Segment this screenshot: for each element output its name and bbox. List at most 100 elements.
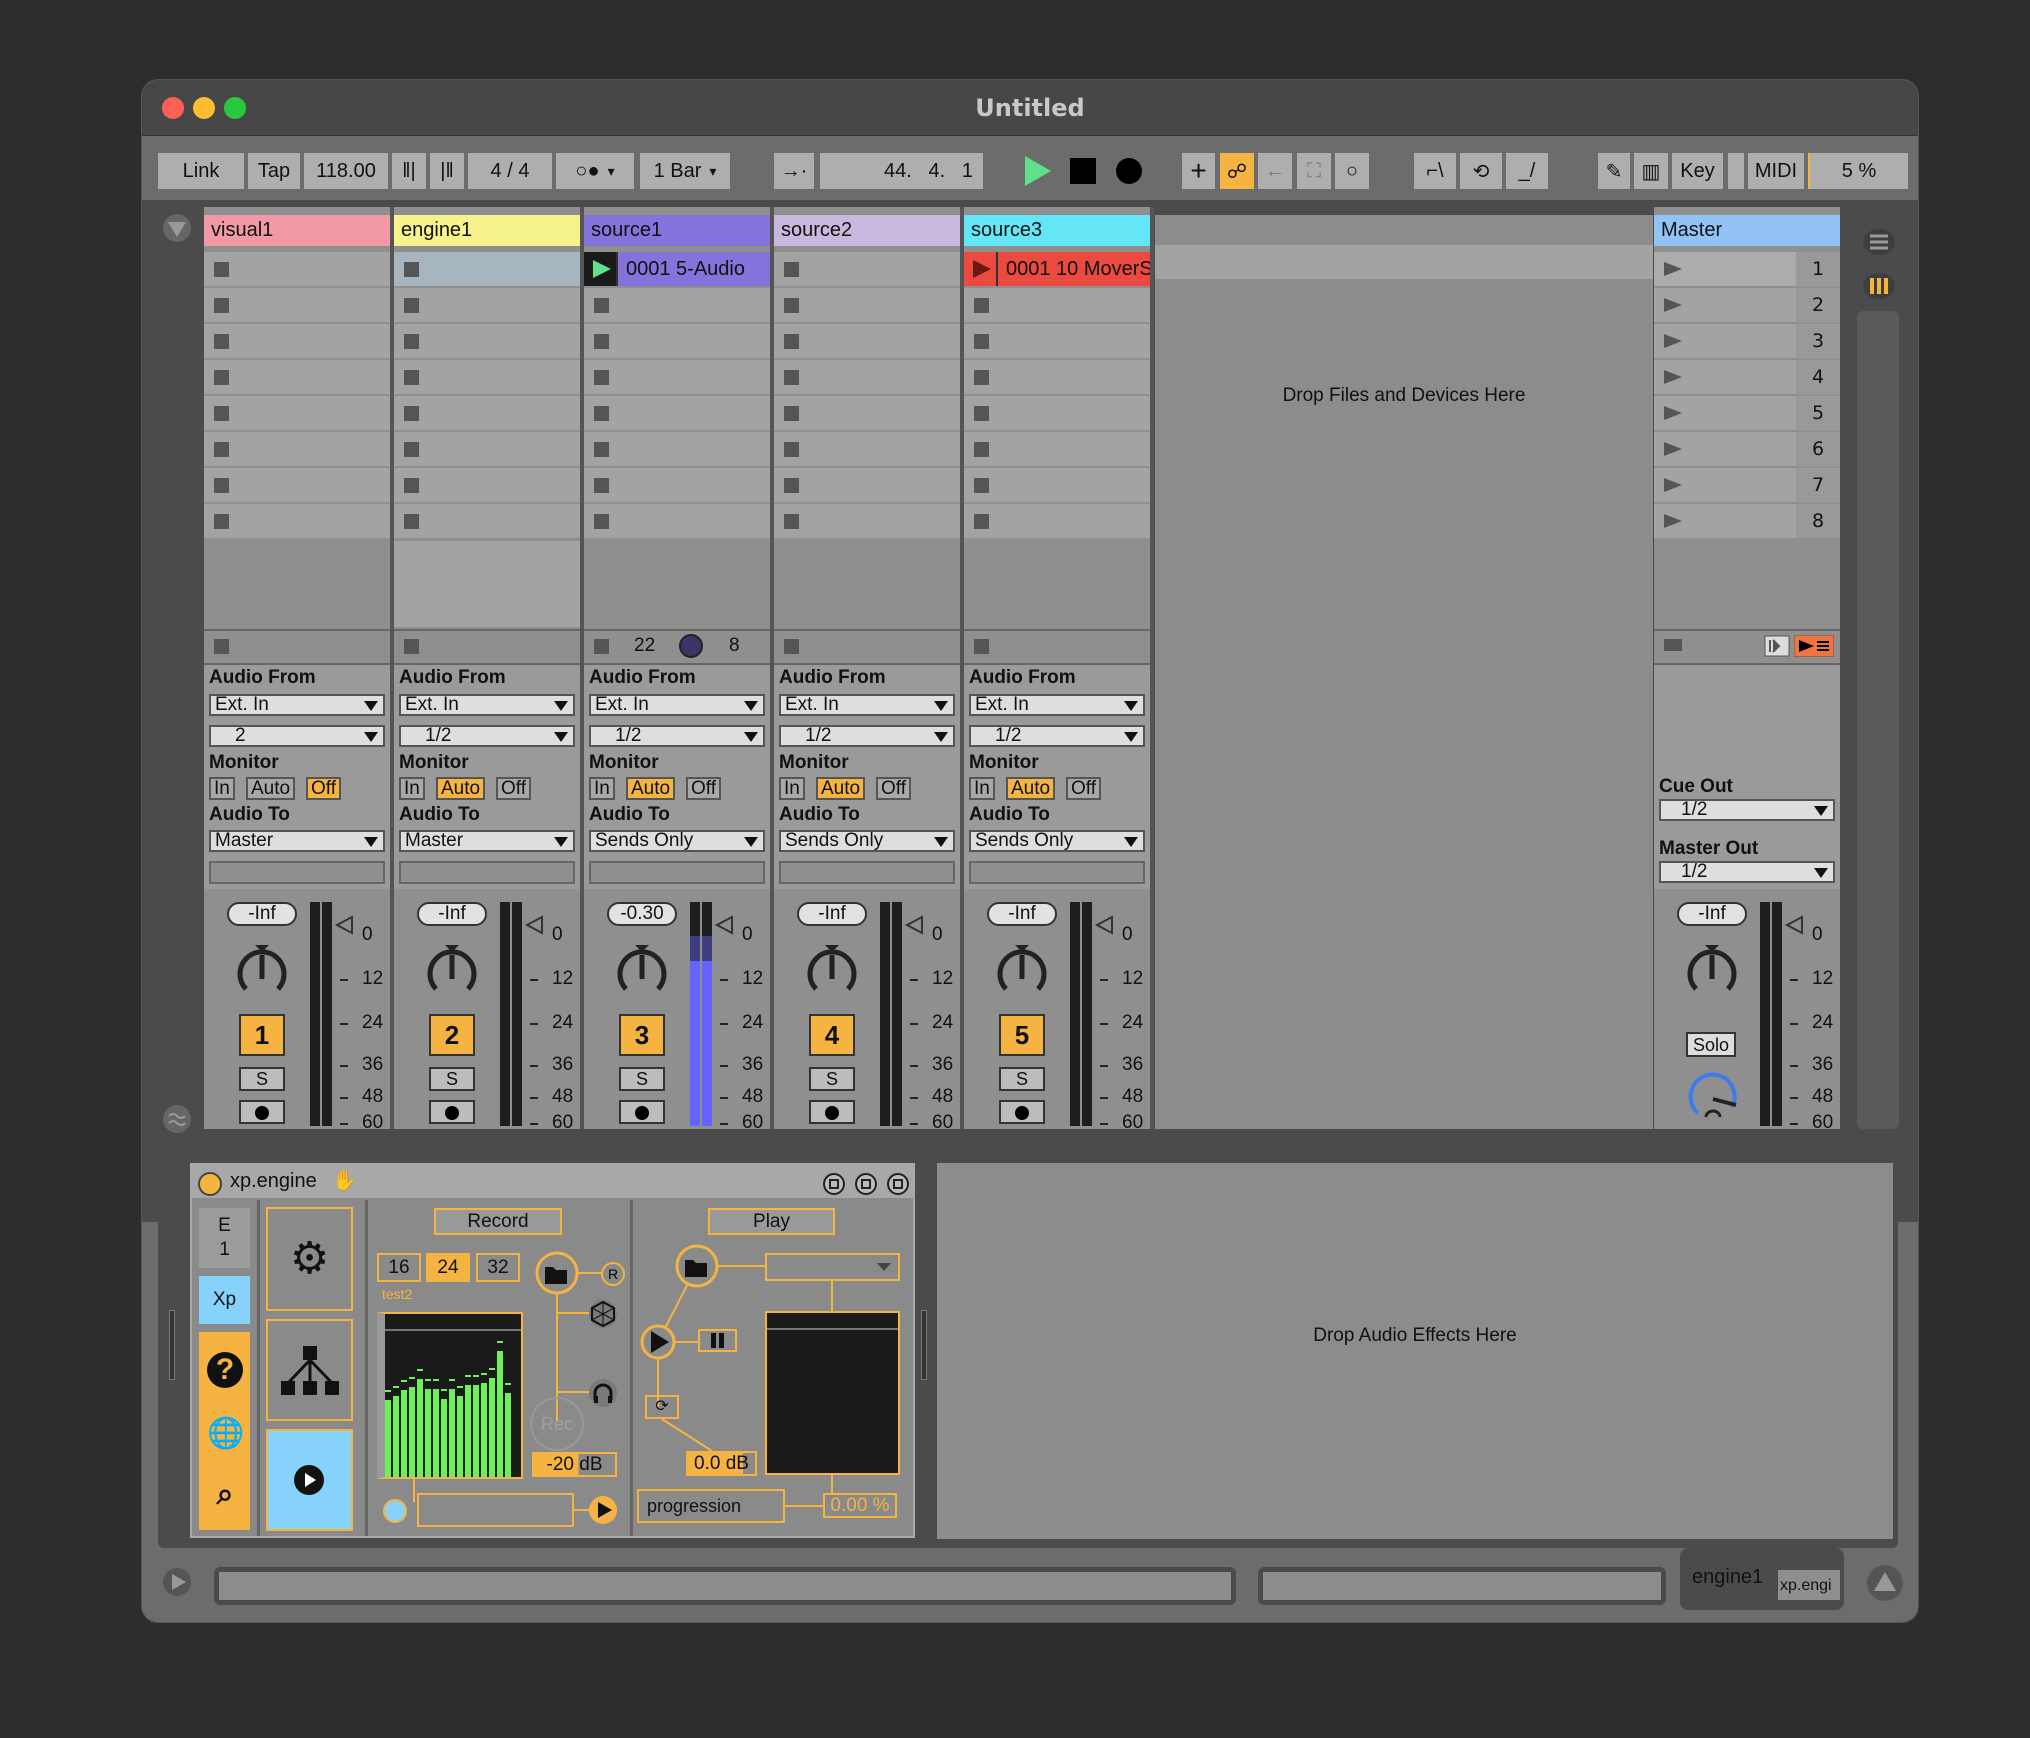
clip-name[interactable]: 0001 5-Audio	[618, 252, 770, 286]
clip-slot[interactable]	[394, 432, 580, 466]
stop-button-icon[interactable]	[404, 334, 419, 349]
clip-slot[interactable]: 0001 5-Audio	[584, 252, 770, 286]
arrangement-view-icon[interactable]	[1862, 227, 1896, 257]
overdub-button[interactable]: +	[1182, 153, 1215, 189]
solo-button[interactable]: S	[429, 1067, 475, 1091]
track-activator-button[interactable]: 1	[239, 1014, 285, 1056]
monitor-off-button[interactable]: Off	[496, 777, 531, 800]
stop-button-icon[interactable]	[404, 442, 419, 457]
clip-slot[interactable]	[204, 288, 390, 322]
input-channel-select[interactable]: 1/2	[969, 725, 1145, 747]
scene-launch-icon[interactable]	[1664, 332, 1682, 350]
monitor-in-button[interactable]: In	[779, 777, 805, 800]
monitor-off-button[interactable]: Off	[1066, 777, 1101, 800]
nudge-down-button[interactable]: ‖|	[392, 153, 426, 189]
volume-fader-handle[interactable]	[334, 915, 354, 935]
open-folder-play-icon[interactable]	[675, 1244, 719, 1288]
clip-slot[interactable]	[204, 468, 390, 502]
clip-slot[interactable]	[964, 504, 1150, 538]
stop-button[interactable]	[1070, 158, 1096, 184]
stop-all-clips-button[interactable]	[1664, 639, 1682, 651]
stop-button-icon[interactable]	[784, 370, 799, 385]
clip-slot[interactable]	[394, 288, 580, 322]
monitor-in-button[interactable]: In	[589, 777, 615, 800]
stop-button-icon[interactable]	[974, 406, 989, 421]
monitor-in-button[interactable]: In	[969, 777, 995, 800]
track-header[interactable]: engine1	[394, 215, 580, 246]
quantization-menu[interactable]: 1 Bar	[640, 153, 730, 189]
record-file-field[interactable]	[417, 1493, 574, 1527]
scene-launch-icon[interactable]	[1664, 476, 1682, 494]
track-activator-button[interactable]: 5	[999, 1014, 1045, 1056]
audio-to-select[interactable]: Sends Only	[589, 830, 765, 852]
play-button[interactable]: Play	[708, 1208, 835, 1235]
monitor-in-button[interactable]: In	[209, 777, 235, 800]
stop-button-icon[interactable]	[404, 298, 419, 313]
link-button[interactable]: Link	[158, 153, 244, 189]
stop-button-icon[interactable]	[404, 478, 419, 493]
bit-depth-16-button[interactable]: 16	[377, 1253, 421, 1282]
solo-button[interactable]: S	[239, 1067, 285, 1091]
split-stereo-icon[interactable]	[1764, 635, 1790, 657]
hide-detail-view-icon[interactable]	[162, 1567, 192, 1597]
punch-in-button[interactable]: ⌐\	[1414, 153, 1456, 189]
show-detail-icon[interactable]	[1866, 1564, 1904, 1602]
scene-slot[interactable]: 3	[1654, 324, 1840, 358]
master-pan-knob[interactable]	[1684, 945, 1740, 1001]
stop-button-icon[interactable]	[784, 262, 799, 277]
device-scroll-handle-right[interactable]	[921, 1310, 927, 1380]
stop-button-icon[interactable]	[594, 406, 609, 421]
stop-button-icon[interactable]	[784, 478, 799, 493]
stop-button-icon[interactable]	[404, 514, 419, 529]
stop-button-icon[interactable]	[404, 262, 419, 277]
input-channel-select[interactable]: 1/2	[779, 725, 955, 747]
scene-launch-icon[interactable]	[1664, 296, 1682, 314]
arm-button[interactable]	[809, 1100, 855, 1124]
clip-slot[interactable]	[204, 324, 390, 358]
volume-field[interactable]: -0.30	[607, 902, 677, 926]
record-go-icon[interactable]	[588, 1495, 618, 1525]
clip-slot[interactable]	[394, 360, 580, 394]
input-channel-select[interactable]: 1/2	[589, 725, 765, 747]
volume-fader-handle[interactable]	[904, 915, 924, 935]
pan-knob[interactable]	[994, 945, 1050, 1001]
monitor-off-button[interactable]: Off	[306, 777, 341, 800]
stop-button-icon[interactable]	[784, 442, 799, 457]
monitor-off-button[interactable]: Off	[686, 777, 721, 800]
audio-to-select[interactable]: Sends Only	[779, 830, 955, 852]
audio-effects-drop-zone[interactable]: Drop Audio Effects Here	[937, 1163, 1893, 1539]
stop-button-icon[interactable]	[214, 370, 229, 385]
clip-slot[interactable]	[774, 252, 960, 286]
bit-depth-24-button[interactable]: 24	[426, 1253, 470, 1282]
volume-fader-handle[interactable]	[1094, 915, 1114, 935]
monitor-auto-button[interactable]: Auto	[246, 777, 296, 800]
stop-all-clips-button[interactable]	[974, 639, 989, 654]
scene-launch-icon[interactable]	[1664, 260, 1682, 278]
globe-icon[interactable]: 🌐	[207, 1416, 244, 1452]
hide-browser-icon[interactable]	[162, 213, 192, 243]
stop-button-icon[interactable]	[214, 262, 229, 277]
scene-launch-icon[interactable]	[1664, 404, 1682, 422]
automation-arm-button[interactable]: ☍	[1220, 153, 1254, 189]
audio-from-select[interactable]: Ext. In	[399, 694, 575, 716]
clip-slot[interactable]	[394, 468, 580, 502]
rec-button[interactable]: Rec	[530, 1397, 584, 1451]
stop-all-clips-button[interactable]	[404, 639, 419, 654]
monitor-in-button[interactable]: In	[399, 777, 425, 800]
drop-zone[interactable]: Drop Files and Devices Here	[1155, 215, 1653, 1129]
track-header[interactable]: source2	[774, 215, 960, 246]
clip-slot[interactable]	[774, 288, 960, 322]
stop-button-icon[interactable]	[594, 370, 609, 385]
stop-button-icon[interactable]	[974, 334, 989, 349]
groove-pool-icon[interactable]	[162, 1104, 192, 1134]
volume-field[interactable]: -Inf	[417, 902, 487, 926]
clip-slot[interactable]	[774, 432, 960, 466]
clip-slot[interactable]	[964, 288, 1150, 322]
volume-field[interactable]: -Inf	[987, 902, 1057, 926]
stop-button-icon[interactable]	[974, 478, 989, 493]
pause-button[interactable]	[698, 1329, 737, 1352]
stop-button-icon[interactable]	[214, 478, 229, 493]
master-volume-field[interactable]: -Inf	[1677, 902, 1747, 926]
monitor-auto-button[interactable]: Auto	[816, 777, 866, 800]
clip-slot[interactable]	[394, 396, 580, 430]
